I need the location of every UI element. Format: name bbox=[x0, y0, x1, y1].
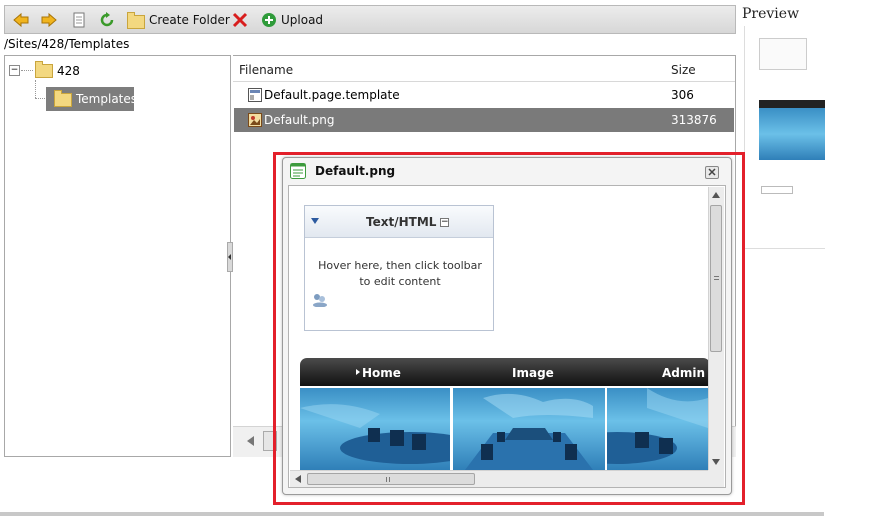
conference-room-image bbox=[607, 388, 708, 464]
forward-button[interactable] bbox=[41, 11, 57, 29]
column-header-filename[interactable]: Filename bbox=[239, 63, 293, 77]
tree-item-templates[interactable]: Templates bbox=[46, 87, 138, 111]
image-file-icon bbox=[248, 113, 262, 127]
collapse-icon[interactable]: − bbox=[440, 218, 449, 227]
refresh-icon bbox=[100, 12, 114, 27]
folder-tree: − 428 Templates bbox=[4, 55, 231, 457]
document-icon bbox=[73, 12, 85, 28]
properties-button[interactable] bbox=[71, 11, 87, 29]
close-icon bbox=[708, 168, 716, 176]
scroll-thumb[interactable] bbox=[710, 205, 722, 352]
plus-circle-icon bbox=[262, 13, 276, 27]
vertical-scrollbar[interactable] bbox=[708, 187, 724, 470]
thumb-select bbox=[761, 186, 793, 194]
scroll-down-icon[interactable] bbox=[712, 459, 720, 465]
scroll-left-icon[interactable] bbox=[295, 475, 301, 483]
users-icon bbox=[313, 294, 327, 307]
module-body-text: Hover here, then click toolbar to edit c… bbox=[318, 259, 482, 288]
popup-title: Default.png bbox=[315, 164, 396, 178]
collapse-arrow-icon bbox=[228, 254, 231, 260]
new-folder-icon bbox=[127, 11, 145, 29]
upload-label: Upload bbox=[281, 13, 324, 27]
tree-connector bbox=[35, 80, 36, 98]
file-size: 313876 bbox=[671, 113, 717, 127]
toolbar: Create Folder Upload bbox=[4, 5, 736, 34]
delete-button[interactable] bbox=[232, 11, 248, 29]
banner-image bbox=[453, 388, 605, 470]
horizontal-scrollbar[interactable] bbox=[290, 470, 708, 487]
thumb-nav bbox=[759, 100, 825, 108]
folder-icon bbox=[54, 90, 72, 107]
site-nav-bar: Home Image Admin bbox=[300, 358, 710, 386]
preview-title: Preview bbox=[742, 6, 800, 22]
column-header-size[interactable]: Size bbox=[671, 63, 696, 77]
scroll-thumb[interactable] bbox=[307, 473, 475, 485]
close-button[interactable] bbox=[705, 166, 719, 179]
file-row[interactable]: Default.page.template 306 bbox=[234, 84, 734, 106]
bottom-edge bbox=[0, 512, 824, 516]
preview-thumbnail bbox=[744, 26, 825, 249]
tree-item-label: 428 bbox=[57, 64, 80, 78]
conference-room-image bbox=[465, 393, 593, 470]
nav-item-admin[interactable]: Admin bbox=[662, 366, 705, 380]
folder-icon bbox=[35, 61, 53, 78]
tree-item-428[interactable]: 428 bbox=[35, 61, 80, 81]
module-title: Text/HTML bbox=[366, 215, 437, 229]
template-file-icon bbox=[248, 88, 262, 102]
collapse-toggle[interactable]: − bbox=[9, 65, 20, 76]
create-folder-label: Create Folder bbox=[149, 13, 230, 27]
banner-image bbox=[607, 388, 708, 470]
scroll-up-icon[interactable] bbox=[712, 192, 720, 198]
tree-connector bbox=[35, 98, 45, 99]
nav-arrow-icon bbox=[356, 369, 360, 375]
file-name: Default.page.template bbox=[264, 88, 400, 102]
conference-room-image bbox=[300, 404, 450, 464]
scroll-corner bbox=[708, 470, 724, 487]
file-row-selected[interactable]: Default.png 313876 bbox=[234, 108, 734, 132]
create-folder-button[interactable]: Create Folder bbox=[127, 11, 230, 29]
back-button[interactable] bbox=[13, 11, 29, 29]
document-green-icon bbox=[290, 163, 306, 179]
arrow-right-icon bbox=[41, 12, 57, 28]
nav-item-image[interactable]: Image bbox=[512, 366, 554, 380]
refresh-button[interactable] bbox=[99, 11, 115, 29]
nav-item-home[interactable]: Home bbox=[362, 366, 401, 380]
module-header: Text/HTML − bbox=[305, 206, 493, 238]
file-name: Default.png bbox=[264, 113, 335, 127]
arrow-left-icon bbox=[13, 12, 29, 28]
thumb-banner bbox=[759, 108, 825, 160]
breadcrumb-path: /Sites/428/Templates bbox=[4, 37, 130, 51]
dropdown-triangle-icon[interactable] bbox=[311, 218, 319, 224]
upload-button[interactable]: Upload bbox=[261, 11, 323, 29]
banner-image bbox=[300, 388, 450, 470]
header-divider bbox=[233, 81, 735, 82]
tree-connector bbox=[21, 70, 33, 71]
file-size: 306 bbox=[671, 88, 694, 102]
delete-x-icon bbox=[232, 12, 248, 28]
scroll-left-icon bbox=[247, 436, 254, 446]
thumb-module bbox=[759, 38, 807, 70]
tree-item-label: Templates bbox=[76, 92, 138, 106]
